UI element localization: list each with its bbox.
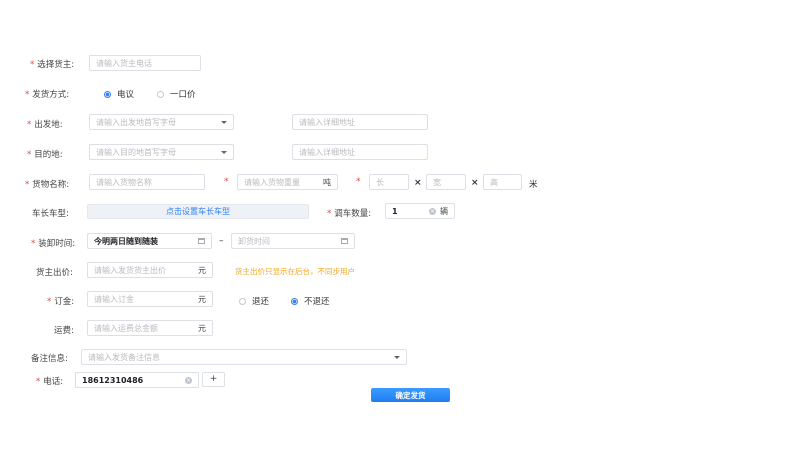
set-vehicle-button[interactable]: 点击设置车长车型: [87, 204, 309, 219]
loading-label: 装卸时间:: [31, 237, 75, 249]
radio-unchecked-icon: [157, 90, 164, 98]
cargo-length-input[interactable]: 长: [369, 174, 409, 190]
origin-label: 出发地:: [27, 118, 62, 130]
price-unit: 元: [198, 265, 206, 275]
price-placeholder: 请输入发货货主出价: [94, 265, 166, 275]
deposit-unit: 元: [198, 294, 206, 304]
price-hint: 货主出价只显示在后台，不同步用户: [235, 267, 355, 276]
required-mark: *: [224, 177, 229, 187]
radio-negotiable[interactable]: 电议: [104, 88, 134, 100]
destination-select-placeholder: 请输入目的地首写字母: [96, 147, 176, 157]
vehicle-label: 车长车型:: [32, 209, 69, 219]
calendar-icon: [198, 238, 205, 244]
loading-start-picker[interactable]: 今明两日随到随装: [87, 233, 212, 249]
cargo-length-placeholder: 长: [376, 177, 384, 187]
price-input[interactable]: 请输入发货货主出价 元: [87, 262, 213, 278]
shipper-label: 选择货主:: [30, 58, 74, 70]
add-phone-button[interactable]: +: [202, 372, 225, 387]
cargo-width-input[interactable]: 宽: [426, 174, 466, 190]
cargo-name-placeholder: 请输入货物名称: [96, 177, 152, 187]
radio-checked-icon: [104, 90, 111, 98]
cargo-weight-unit: 吨: [323, 177, 331, 187]
loading-start-value: 今明两日随到随装: [94, 236, 158, 246]
unloading-picker[interactable]: 卸货时间: [231, 233, 355, 249]
vehicle-count-input[interactable]: 1 × 辆: [385, 203, 455, 219]
cargo-label: 货物名称:: [25, 178, 69, 190]
phone-input[interactable]: 18612310486 ×: [75, 372, 199, 388]
vehicle-count-label: 调车数量:: [327, 207, 371, 219]
origin-select[interactable]: 请输入出发地首写字母: [89, 114, 234, 130]
cargo-weight-placeholder: 请输入货物重量: [244, 177, 300, 187]
cargo-height-input[interactable]: 高: [483, 174, 522, 190]
cargo-name-input[interactable]: 请输入货物名称: [89, 174, 205, 190]
radio-non-refundable-label: 不退还: [304, 297, 330, 307]
shipper-input[interactable]: 请输入货主电话: [89, 55, 201, 71]
radio-fixed-price-label: 一口价: [170, 90, 196, 100]
dimension-unit: 米: [529, 180, 538, 190]
chevron-down-icon: [221, 150, 227, 154]
origin-select-placeholder: 请输入出发地首写字母: [96, 117, 176, 127]
submit-button[interactable]: 确定发货: [371, 388, 450, 402]
cargo-weight-input[interactable]: 请输入货物重量 吨: [237, 174, 338, 190]
cargo-width-placeholder: 宽: [433, 177, 441, 187]
radio-non-refundable[interactable]: 不退还: [291, 295, 330, 307]
destination-label: 目的地:: [27, 148, 62, 160]
radio-unchecked-icon: [239, 297, 246, 305]
destination-detail-input[interactable]: 请输入详细地址: [292, 144, 428, 160]
clear-icon[interactable]: ×: [429, 207, 436, 215]
cargo-height-placeholder: 高: [490, 177, 498, 187]
remark-select[interactable]: 请输入发货备注信息: [81, 349, 407, 365]
deposit-label: 订金:: [47, 295, 74, 307]
destination-detail-placeholder: 请输入详细地址: [299, 147, 355, 157]
deposit-placeholder: 请输入订金: [94, 294, 134, 304]
freight-input[interactable]: 请输入运费总金额 元: [87, 320, 213, 336]
phone-value: 18612310486: [82, 375, 144, 385]
radio-refundable-label: 退还: [252, 297, 270, 307]
phone-label: 电话:: [36, 375, 63, 387]
chevron-down-icon: [221, 120, 227, 124]
freight-placeholder: 请输入运费总金额: [94, 323, 158, 333]
origin-detail-input[interactable]: 请输入详细地址: [292, 114, 428, 130]
vehicle-count-unit: 辆: [440, 206, 448, 216]
shipper-placeholder: 请输入货主电话: [96, 58, 152, 68]
times-sign: ×: [414, 178, 422, 188]
unloading-placeholder: 卸货时间: [238, 236, 270, 246]
remark-placeholder: 请输入发货备注信息: [88, 352, 160, 362]
times-sign: ×: [471, 178, 479, 188]
ship-method-label: 发货方式:: [25, 88, 69, 100]
destination-select[interactable]: 请输入目的地首写字母: [89, 144, 234, 160]
freight-unit: 元: [198, 323, 206, 333]
radio-refundable[interactable]: 退还: [239, 295, 269, 307]
chevron-down-icon: [394, 355, 400, 359]
radio-checked-icon: [291, 297, 298, 305]
price-label: 货主出价:: [36, 268, 73, 278]
radio-negotiable-label: 电议: [117, 90, 135, 100]
required-mark: *: [356, 177, 361, 187]
clear-icon[interactable]: ×: [185, 376, 192, 384]
origin-detail-placeholder: 请输入详细地址: [299, 117, 355, 127]
remark-label: 备注信息:: [31, 354, 68, 364]
vehicle-count-value: 1: [392, 206, 398, 216]
freight-label: 运费:: [54, 326, 74, 336]
radio-fixed-price[interactable]: 一口价: [157, 88, 196, 100]
calendar-icon: [341, 238, 348, 244]
deposit-input[interactable]: 请输入订金 元: [87, 291, 213, 307]
range-separator: –: [219, 236, 224, 246]
